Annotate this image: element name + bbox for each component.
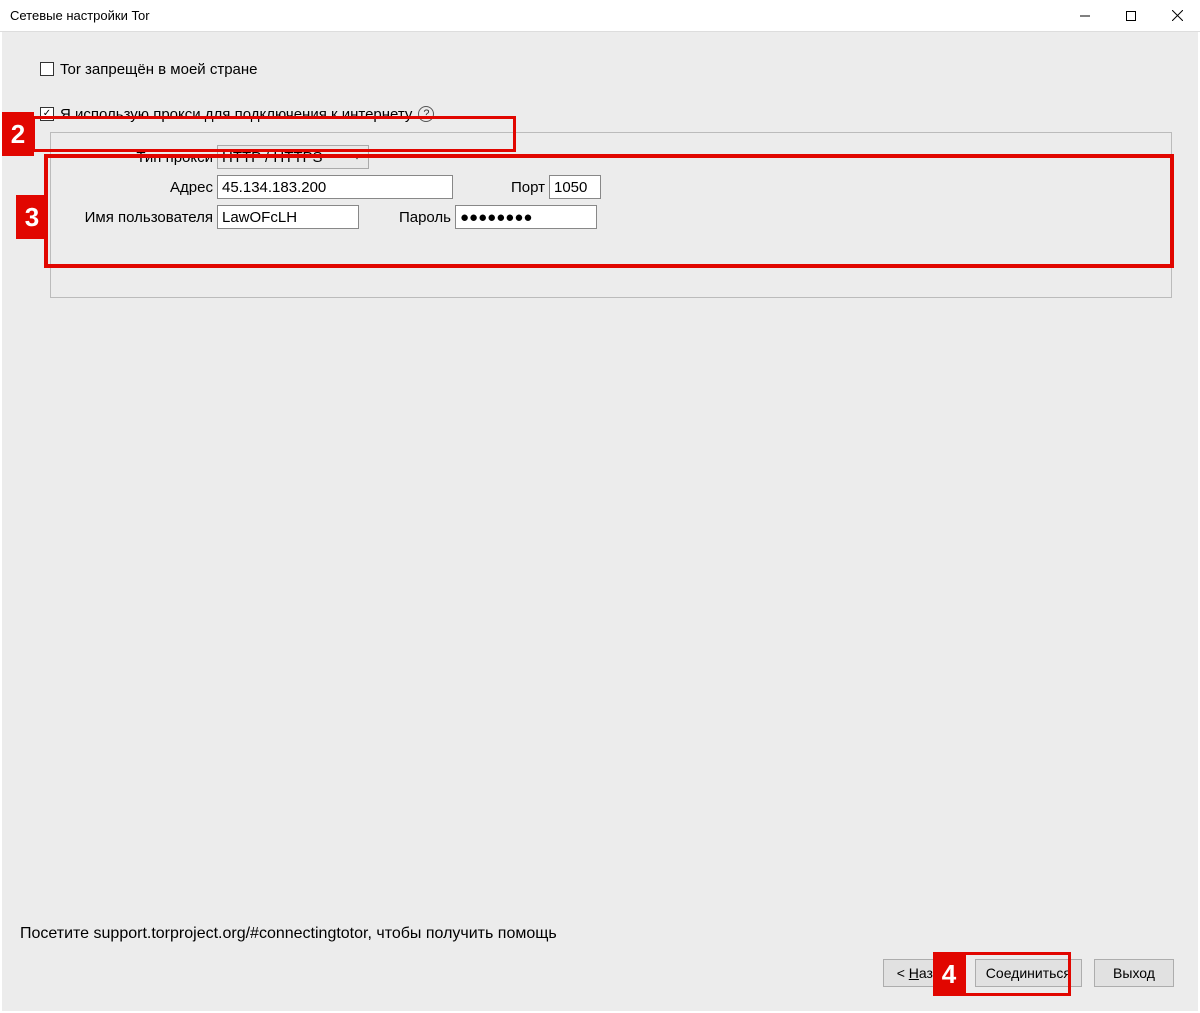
exit-button[interactable]: Выход (1094, 959, 1174, 987)
maximize-button[interactable] (1108, 0, 1154, 32)
tor-censored-checkbox[interactable] (40, 62, 54, 76)
footer-help-text: Посетите support.torproject.org/#connect… (20, 925, 557, 943)
proxy-type-label: Тип прокси (61, 149, 213, 166)
window-controls (1062, 0, 1200, 32)
titlebar: Сетевые настройки Tor (0, 0, 1200, 32)
close-button[interactable] (1154, 0, 1200, 32)
username-input[interactable] (217, 205, 359, 229)
help-icon[interactable]: ? (418, 106, 434, 122)
content-area: Tor запрещён в моей стране Я использую п… (2, 32, 1198, 1011)
address-input[interactable] (217, 175, 453, 199)
username-label: Имя пользователя (61, 209, 213, 226)
annotation-callout-3: 3 (16, 195, 48, 239)
use-proxy-label: Я использую прокси для подключения к инт… (60, 106, 412, 123)
use-proxy-checkbox[interactable] (40, 107, 54, 121)
annotation-callout-2: 2 (2, 112, 34, 156)
button-bar: < Назад Соединиться Выход (883, 959, 1174, 987)
port-label: Порт (495, 179, 545, 196)
minimize-button[interactable] (1062, 0, 1108, 32)
window-title: Сетевые настройки Tor (10, 8, 150, 23)
tor-censored-row: Tor запрещён в моей стране (2, 56, 1198, 82)
password-label: Пароль (383, 209, 451, 226)
connect-button[interactable]: Соединиться (975, 959, 1082, 987)
proxy-type-select[interactable]: HTTP / HTTPS (217, 145, 369, 169)
proxy-fieldset: Тип прокси HTTP / HTTPS Адрес Порт Имя п… (50, 132, 1172, 298)
use-proxy-row: Я использую прокси для подключения к инт… (2, 96, 1198, 132)
password-input[interactable] (455, 205, 597, 229)
port-input[interactable] (549, 175, 601, 199)
annotation-callout-4: 4 (933, 952, 965, 996)
tor-censored-label: Tor запрещён в моей стране (60, 61, 258, 78)
address-label: Адрес (61, 179, 213, 196)
